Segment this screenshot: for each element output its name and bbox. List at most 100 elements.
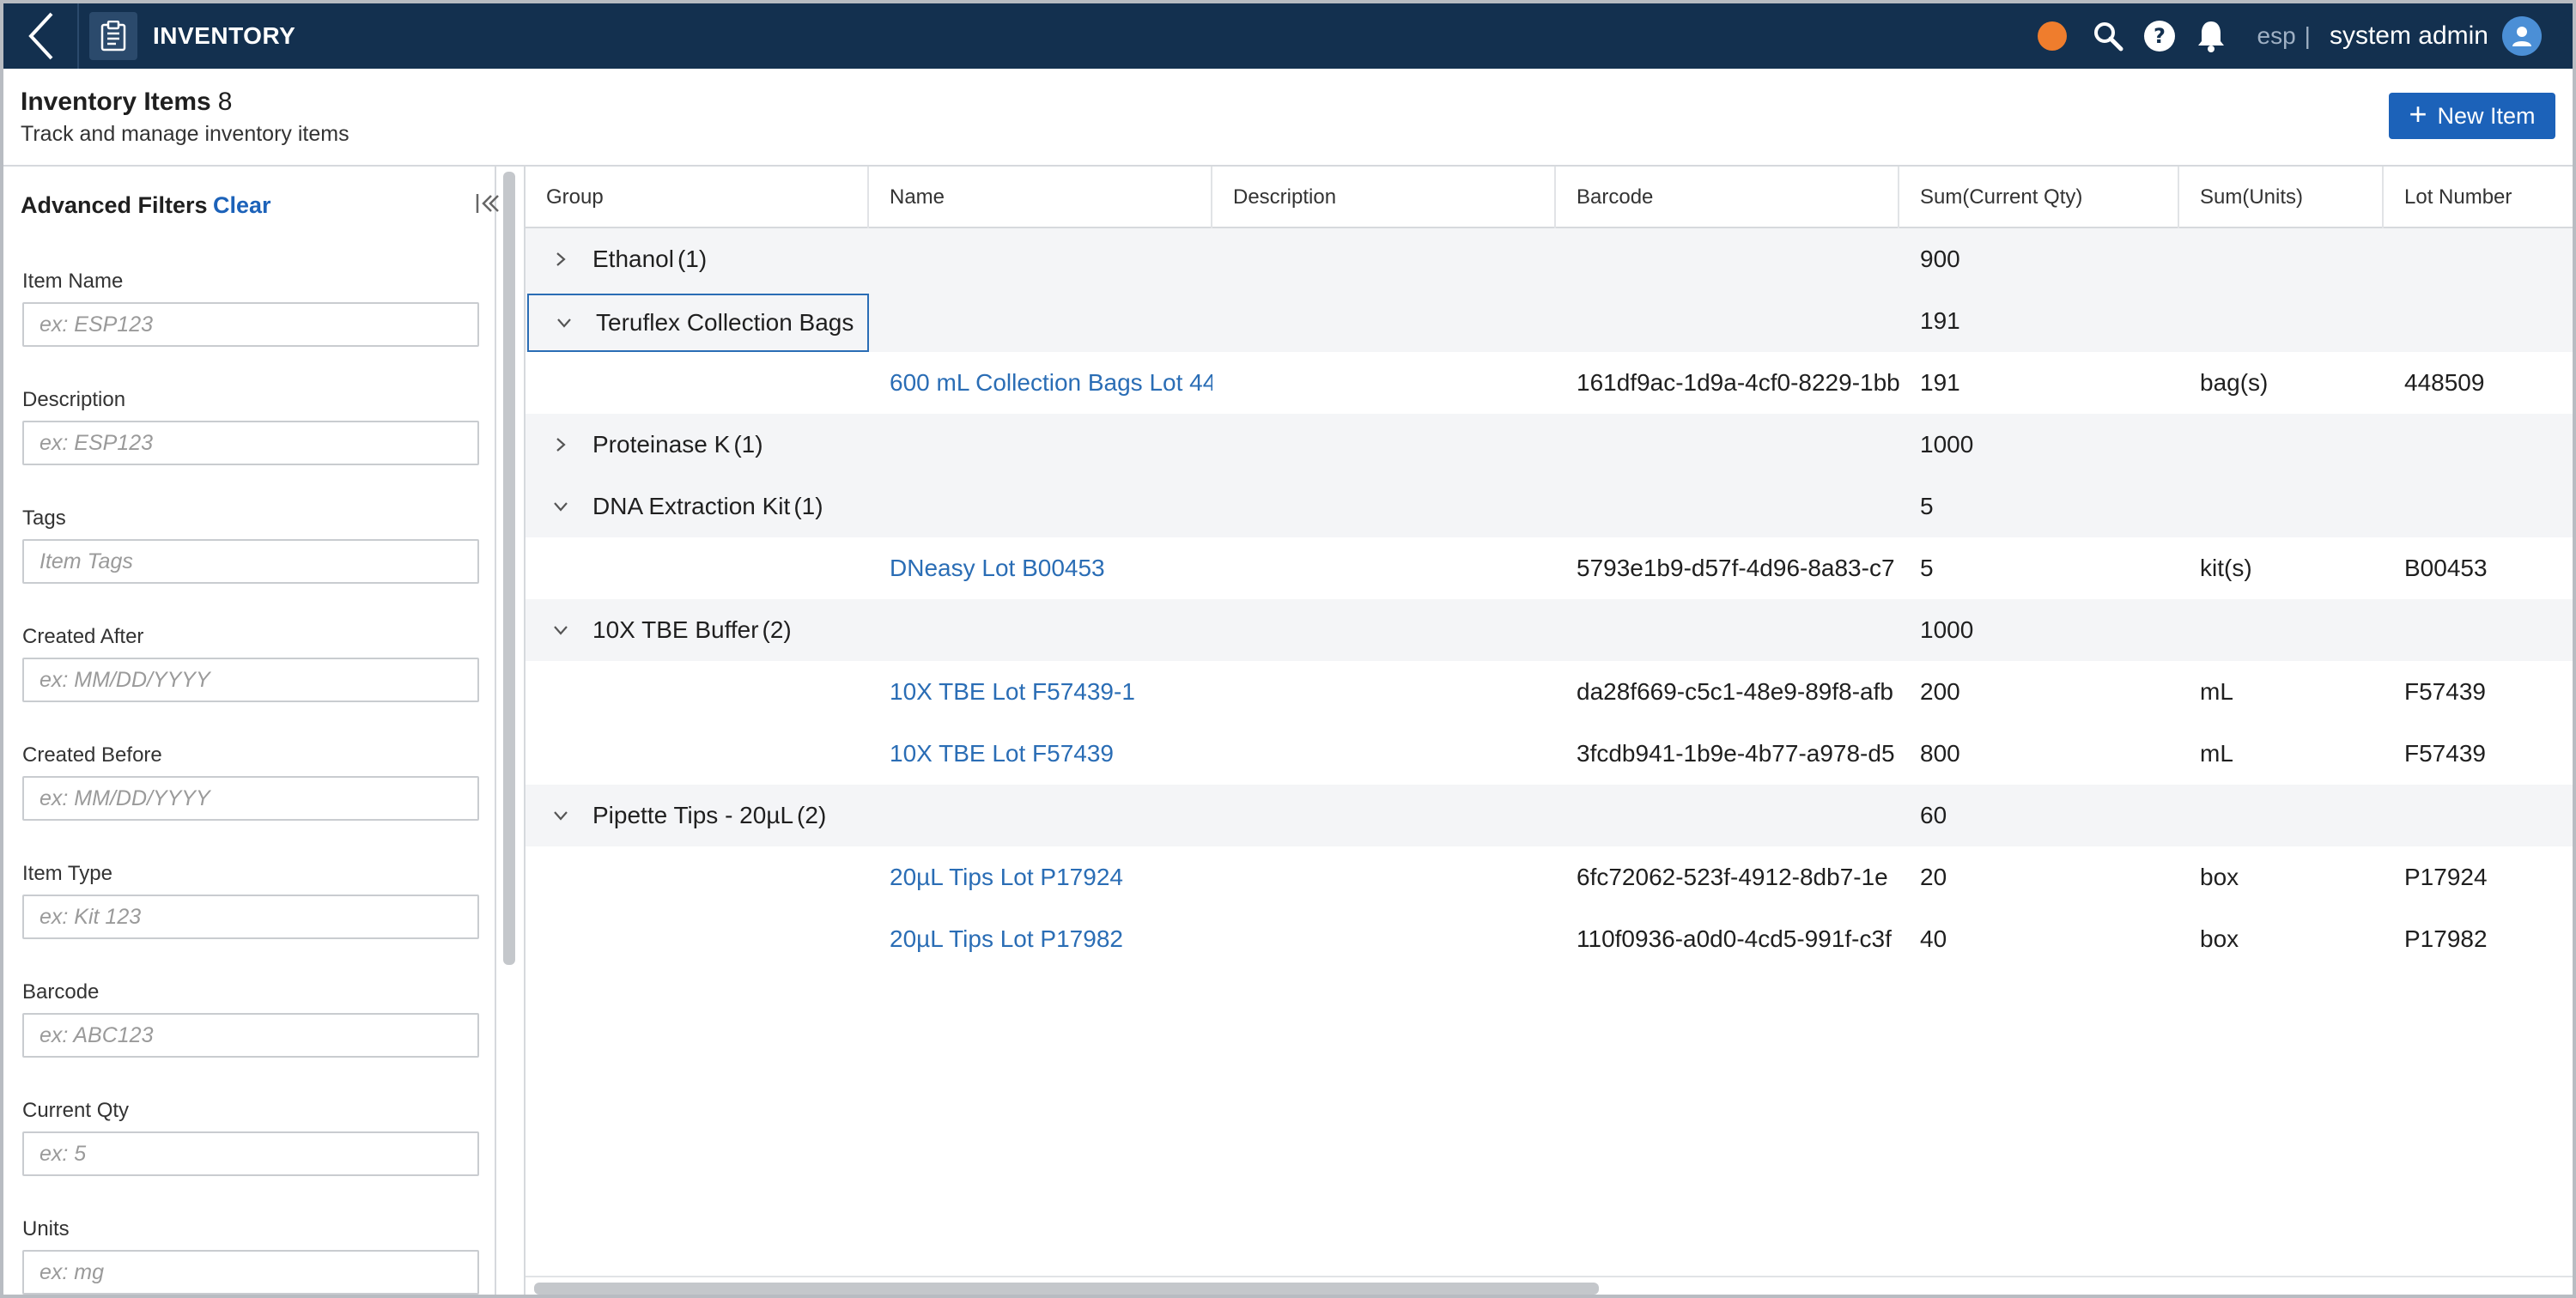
filter-label: Created After	[22, 625, 144, 648]
group-row[interactable]: Ethanol (1) 900	[526, 228, 2573, 290]
column-header[interactable]: Name	[869, 167, 1212, 228]
column-header[interactable]: Sum(Current Qty)	[1899, 167, 2179, 228]
group-cell[interactable]: DNA Extraction Kit (1)	[526, 476, 869, 537]
group-name: Ethanol	[592, 246, 674, 272]
filter-input[interactable]	[22, 1013, 479, 1058]
item-barcode: 110f0936-a0d0-4cd5-991f-c3f	[1577, 925, 1892, 952]
group-cell[interactable]: Teruflex Collection Bags	[527, 294, 869, 352]
filter-label: Created Before	[22, 743, 162, 767]
item-name-link[interactable]: 20µL Tips Lot P17924	[869, 846, 1212, 908]
item-lot: F57439	[2404, 740, 2486, 767]
filter-label: Item Type	[22, 862, 112, 885]
item-name-link[interactable]: 10X TBE Lot F57439-1	[869, 661, 1212, 723]
filter-input[interactable]	[22, 895, 479, 939]
filter-input[interactable]	[22, 1131, 479, 1176]
svg-text:?: ?	[2154, 24, 2166, 48]
filter-input[interactable]	[22, 539, 479, 584]
filter-input[interactable]	[22, 658, 479, 702]
group-row[interactable]: 10X TBE Buffer (2) 1000	[526, 599, 2573, 661]
group-row[interactable]: Teruflex Collection Bags 191	[526, 290, 2573, 352]
item-name-link[interactable]: 600 mL Collection Bags Lot 448509	[869, 352, 1212, 414]
page-title: Inventory Items 8	[21, 88, 232, 117]
item-lot: P17924	[2404, 864, 2488, 890]
item-units: box	[2200, 864, 2239, 890]
column-header[interactable]: Sum(Units)	[2179, 167, 2384, 228]
group-count: (1)	[793, 493, 823, 519]
item-name-link[interactable]: 10X TBE Lot F57439	[869, 723, 1212, 785]
app-title: INVENTORY	[153, 22, 296, 49]
group-name: Teruflex Collection Bags	[596, 309, 854, 336]
item-row[interactable]: 600 mL Collection Bags Lot 448509 161df9a…	[526, 352, 2573, 414]
item-row[interactable]: 20µL Tips Lot P17982 110f0936-a0d0-4cd5-9…	[526, 908, 2573, 970]
filters-sidebar: Advanced Filters Clear Item Name Descript…	[3, 167, 515, 1295]
group-qty: 60	[1920, 802, 1947, 828]
page-header: Inventory Items 8 Track and manage invent…	[3, 69, 2573, 167]
group-row[interactable]: Proteinase K (1) 1000	[526, 414, 2573, 476]
status-indicator-icon[interactable]	[2037, 21, 2067, 51]
group-cell[interactable]: 10X TBE Buffer (2)	[526, 599, 869, 661]
user-name[interactable]: system admin	[2330, 21, 2488, 51]
item-row[interactable]: 10X TBE Lot F57439 3fcdb941-1b9e-4b77-a97…	[526, 723, 2573, 785]
chevron-down-icon[interactable]	[551, 806, 570, 825]
separator: |	[2304, 22, 2311, 49]
group-count: (1)	[677, 246, 708, 272]
group-cell[interactable]: Ethanol (1)	[526, 228, 869, 290]
search-icon[interactable]	[2091, 19, 2125, 53]
filter-label: Current Qty	[22, 1099, 130, 1122]
column-header[interactable]: Barcode	[1556, 167, 1899, 228]
app-window: INVENTORY ? esp | system admin Inventory…	[0, 0, 2576, 1298]
grid-header: Group Name Description Barcode Sum(Current Q…	[526, 167, 2573, 228]
top-bar: INVENTORY ? esp | system admin	[3, 3, 2573, 69]
clipboard-icon	[89, 12, 137, 60]
item-row[interactable]: 10X TBE Lot F57439-1 da28f669-c5c1-48e9-8…	[526, 661, 2573, 723]
filter-input[interactable]	[22, 1250, 479, 1295]
filter-label: Units	[22, 1217, 70, 1240]
group-count: (1)	[733, 431, 763, 458]
item-lot: P17982	[2404, 925, 2488, 952]
sidebar-scrollbar[interactable]	[503, 172, 515, 965]
horizontal-scrollbar[interactable]	[534, 1283, 1599, 1295]
clear-filters-link[interactable]: Clear	[213, 192, 271, 219]
tenant-label: esp	[2257, 22, 2296, 49]
item-units: box	[2200, 925, 2239, 952]
group-qty: 5	[1920, 493, 1934, 519]
group-cell[interactable]: Proteinase K (1)	[526, 414, 869, 476]
group-row[interactable]: Pipette Tips - 20µL (2) 60	[526, 785, 2573, 846]
item-row[interactable]: 20µL Tips Lot P17924 6fc72062-523f-4912-8…	[526, 846, 2573, 908]
chevron-down-icon[interactable]	[555, 313, 574, 332]
new-item-button[interactable]: + New Item	[2389, 93, 2555, 139]
column-header[interactable]: Description	[1212, 167, 1556, 228]
item-units: mL	[2200, 740, 2233, 767]
item-units: mL	[2200, 678, 2233, 705]
group-row[interactable]: DNA Extraction Kit (1) 5	[526, 476, 2573, 537]
help-icon[interactable]: ?	[2142, 19, 2177, 53]
column-header[interactable]: Lot Number	[2384, 167, 2573, 228]
item-barcode: 161df9ac-1d9a-4cf0-8229-1bb	[1577, 369, 1899, 396]
item-lot: F57439	[2404, 678, 2486, 705]
group-qty: 1000	[1920, 431, 1974, 458]
user-avatar-icon[interactable]	[2502, 16, 2542, 56]
item-name-link[interactable]: DNeasy Lot B00453	[869, 537, 1212, 599]
filter-input[interactable]	[22, 421, 479, 465]
item-row[interactable]: DNeasy Lot B00453 5793e1b9-d57f-4d96-8a83…	[526, 537, 2573, 599]
filter-input[interactable]	[22, 302, 479, 347]
chevron-down-icon[interactable]	[551, 497, 570, 516]
bell-icon[interactable]	[2194, 19, 2228, 53]
back-button[interactable]	[3, 3, 79, 69]
chevron-right-icon[interactable]	[551, 435, 570, 454]
filters-title: Advanced Filters	[21, 192, 208, 218]
group-count: (2)	[762, 616, 792, 643]
filter-label: Tags	[22, 506, 66, 530]
group-name: Pipette Tips - 20µL	[592, 802, 794, 828]
new-item-label: New Item	[2437, 102, 2536, 129]
chevron-down-icon[interactable]	[551, 621, 570, 640]
chevron-left-icon	[28, 12, 53, 60]
collapse-sidebar-icon[interactable]	[474, 191, 500, 216]
group-cell[interactable]: Pipette Tips - 20µL (2)	[526, 785, 869, 846]
column-header[interactable]: Group	[526, 167, 869, 228]
chevron-right-icon[interactable]	[551, 250, 570, 269]
item-name-link[interactable]: 20µL Tips Lot P17982	[869, 908, 1212, 970]
item-barcode: da28f669-c5c1-48e9-89f8-afb	[1577, 678, 1893, 705]
item-lot: 448509	[2404, 369, 2485, 396]
filter-input[interactable]	[22, 776, 479, 821]
